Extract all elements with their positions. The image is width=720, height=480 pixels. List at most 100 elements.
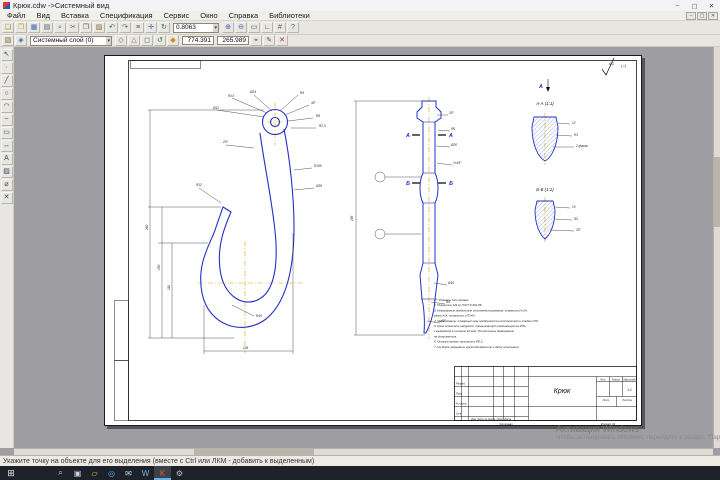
app-window: Крюк.cdw ->Системный вид ‒ ▢ ✕ Файл Вид Вс… — [0, 0, 720, 480]
menu-items: Файл Вид Вставка Спецификация Сервис Окно Спра… — [2, 11, 315, 20]
styles-button[interactable]: ◈ — [15, 35, 27, 46]
drawing-canvas[interactable]: 6,3 (✓) А А-А (1:1) Б-Б (1:1) Ø24 R14 R4… — [14, 47, 713, 448]
vertical-scrollbar-thumb[interactable] — [714, 157, 720, 227]
snap-button[interactable]: ◇ — [115, 35, 127, 46]
chevron-down-icon[interactable]: ▾ — [106, 36, 111, 45]
coord-y-field[interactable]: 265.989 — [217, 36, 249, 45]
kompas-button[interactable]: K — [154, 466, 171, 480]
mail-button[interactable]: ✉ — [120, 466, 137, 480]
diameter-dim-button[interactable]: ⌀ — [0, 179, 13, 191]
lit-label: Лит. — [599, 377, 606, 381]
settings-button[interactable]: ⚙ — [171, 466, 188, 480]
start-button[interactable]: ⊞ — [0, 468, 22, 479]
hatch-button[interactable]: ▨ — [0, 166, 13, 178]
circle-button[interactable]: ○ — [0, 88, 13, 100]
mdi-close-button[interactable]: ✕ — [708, 11, 718, 20]
horizontal-scrollbar[interactable] — [14, 448, 713, 455]
redo-button[interactable]: ↷ — [119, 22, 131, 33]
dimension-label: 10 — [572, 205, 576, 209]
menu-item-4[interactable]: Сервис — [159, 11, 195, 20]
zoom-out-button[interactable]: ⊖ — [235, 22, 247, 33]
menu-item-7[interactable]: Библиотеки — [264, 11, 315, 20]
grid-button[interactable]: # — [274, 22, 286, 33]
geometry-toolbar: ↖ ∙ ╱ ○ ◠ ~ ▭ ↔ A ▨ ⌀ ✕ — [0, 47, 14, 448]
minimize-button[interactable]: ‒ — [669, 0, 686, 11]
menu-item-6[interactable]: Справка — [224, 11, 263, 20]
zoom-combo[interactable]: 0.8063 ▾ — [173, 22, 219, 33]
browser-button[interactable]: ◎ — [103, 466, 120, 480]
erase-button[interactable]: ✕ — [0, 192, 13, 204]
menu-item-1[interactable]: Вид — [31, 11, 55, 20]
ortho-button[interactable]: ∟ — [261, 22, 273, 33]
vertical-scrollbar[interactable] — [713, 47, 720, 448]
dimension-label: 30° — [576, 228, 582, 232]
layer-combo[interactable]: Системный слой (0) ▾ — [30, 35, 112, 46]
active-style-button[interactable]: ◆ — [167, 35, 179, 46]
dimension-label: Ø30 — [315, 184, 322, 188]
taskbar-icons: ⌕ ▣ ▱ ◎ ✉ W K ⚙ — [52, 466, 188, 480]
select-button[interactable]: ↖ — [0, 49, 13, 61]
menu-item-2[interactable]: Вставка — [56, 11, 94, 20]
spline-button[interactable]: ~ — [0, 114, 13, 126]
menu-item-0[interactable]: Файл — [2, 11, 30, 20]
mdi-minimize-button[interactable]: ‒ — [686, 11, 696, 20]
print-button[interactable]: ▤ — [41, 22, 53, 33]
sheet-frame — [104, 55, 642, 426]
save-button[interactable]: ▦ — [28, 22, 40, 33]
zoom-in-button[interactable]: ⊕ — [222, 22, 234, 33]
properties-button[interactable]: ≡ — [132, 22, 144, 33]
text-button[interactable]: A — [0, 153, 13, 165]
dimension-label: 1×45° — [453, 161, 462, 165]
explorer-button[interactable]: ▱ — [86, 466, 103, 480]
window-controls: ‒ ▢ ✕ — [669, 0, 720, 11]
roughness-note: (✓) — [621, 64, 626, 68]
windows-taskbar: ⊞ ⌕ ▣ ▱ ◎ ✉ W K ⚙ — [0, 466, 720, 480]
rectangle-button[interactable]: ▭ — [0, 127, 13, 139]
mdi-restore-button[interactable]: ▢ — [697, 11, 707, 20]
drawing-sheet[interactable]: 6,3 (✓) А А-А (1:1) Б-Б (1:1) Ø24R14R445… — [104, 55, 642, 426]
dimension-label: 260 — [145, 224, 149, 231]
copy-button[interactable]: ❒ — [80, 22, 92, 33]
menu-item-3[interactable]: Спецификация — [95, 11, 158, 20]
undo-button[interactable]: ↶ — [106, 22, 118, 33]
line-button[interactable]: ╱ — [0, 75, 13, 87]
dimension-label: Ø16 — [447, 281, 454, 285]
zoom-all-button[interactable]: ▭ — [248, 22, 260, 33]
coord-x-field[interactable]: 774.391 — [182, 36, 214, 45]
pan-button[interactable]: ✛ — [145, 22, 157, 33]
abort-button[interactable]: ✕ — [276, 35, 288, 46]
refresh-button[interactable]: ↻ — [158, 22, 170, 33]
rect-mode-button[interactable]: ◻ — [141, 35, 153, 46]
dimension-button[interactable]: ↔ — [0, 140, 13, 152]
status-bar: Укажите точку на объекте для его выделен… — [0, 455, 720, 466]
dimension-label: 150 — [157, 264, 161, 270]
menu-item-5[interactable]: Окно — [195, 11, 222, 20]
arc-button[interactable]: ◠ — [0, 101, 13, 113]
locate-button[interactable]: ⌖ — [250, 35, 262, 46]
dimension-label: 12 — [572, 121, 576, 125]
angle-snap-button[interactable]: △ — [128, 35, 140, 46]
edit-button[interactable]: ✎ — [263, 35, 275, 46]
word-button[interactable]: W — [137, 466, 154, 480]
close-button[interactable]: ✕ — [703, 0, 720, 11]
sheets-label: Листов — [621, 398, 632, 402]
open-button[interactable]: ❐ — [15, 22, 27, 33]
preview-button[interactable]: ⌕ — [54, 22, 66, 33]
dimension-label: R14 — [228, 94, 234, 98]
dimension-label: 295 — [350, 215, 354, 222]
new-button[interactable]: ❏ — [2, 22, 14, 33]
maximize-button[interactable]: ▢ — [686, 0, 703, 11]
point-button[interactable]: ∙ — [0, 62, 13, 74]
section-letter: А — [448, 133, 453, 139]
layers-button[interactable]: ▧ — [2, 35, 14, 46]
chevron-down-icon[interactable]: ▾ — [213, 23, 218, 32]
task-view-button[interactable]: ▣ — [69, 466, 86, 480]
rotate-button[interactable]: ↺ — [154, 35, 166, 46]
search-button[interactable]: ⌕ — [52, 466, 69, 480]
cut-button[interactable]: ✂ — [67, 22, 79, 33]
dimension-label: R2,5 — [319, 124, 326, 128]
help-button[interactable]: ? — [287, 22, 299, 33]
tech-note-line: 3. Неуказанные предельные отклонения раз… — [434, 308, 528, 312]
paste-button[interactable]: ▨ — [93, 22, 105, 33]
dimension-label: R45 — [256, 314, 262, 318]
